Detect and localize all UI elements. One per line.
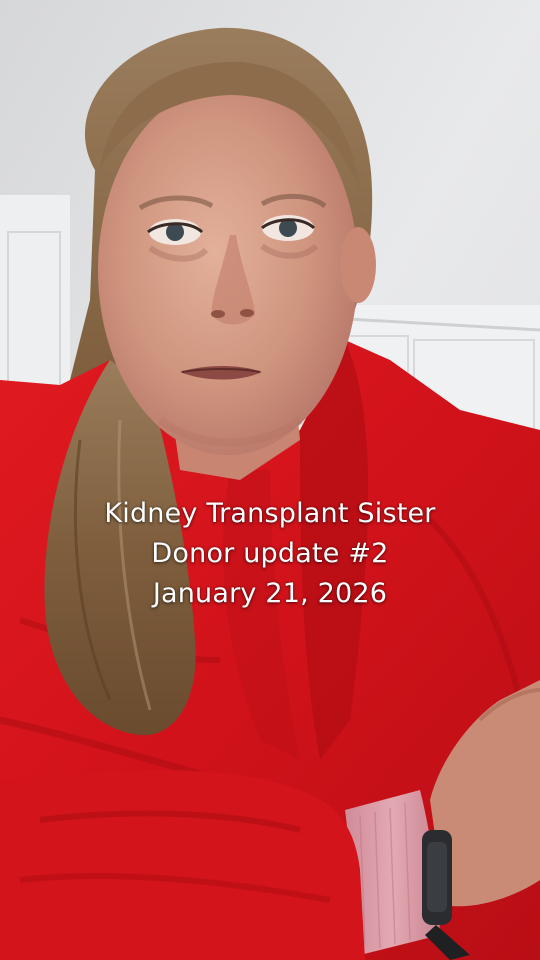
video-caption: Kidney Transplant Sister Donor update #2… [0, 494, 540, 614]
video-still [0, 0, 540, 960]
video-frame: Kidney Transplant Sister Donor update #2… [0, 0, 540, 960]
caption-line-3: January 21, 2026 [152, 578, 388, 609]
robe-sleeve [0, 770, 365, 960]
caption-line-2: Donor update #2 [151, 538, 389, 569]
caption-line-1: Kidney Transplant Sister [104, 498, 436, 529]
